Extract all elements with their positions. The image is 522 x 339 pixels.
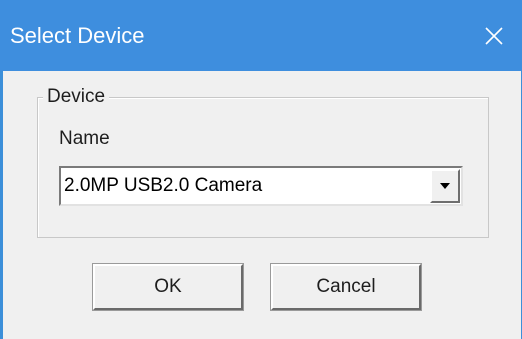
- device-group-legend: Device: [43, 86, 110, 108]
- ok-button[interactable]: OK: [92, 263, 244, 311]
- name-label: Name: [59, 128, 110, 149]
- device-select-dropdown-button[interactable]: [430, 169, 460, 203]
- close-icon: [485, 27, 503, 45]
- device-select-value: 2.0MP USB2.0 Camera: [64, 175, 263, 196]
- cancel-button[interactable]: Cancel: [270, 263, 422, 311]
- title-bar[interactable]: Select Device: [0, 0, 522, 71]
- device-select[interactable]: 2.0MP USB2.0 Camera: [59, 166, 463, 206]
- dropdown-arrow-icon: [440, 183, 450, 189]
- close-button[interactable]: [472, 16, 516, 56]
- select-device-dialog: Select Device Device Name 2.0MP USB2.0 C…: [0, 0, 522, 339]
- dialog-title: Select Device: [10, 23, 145, 48]
